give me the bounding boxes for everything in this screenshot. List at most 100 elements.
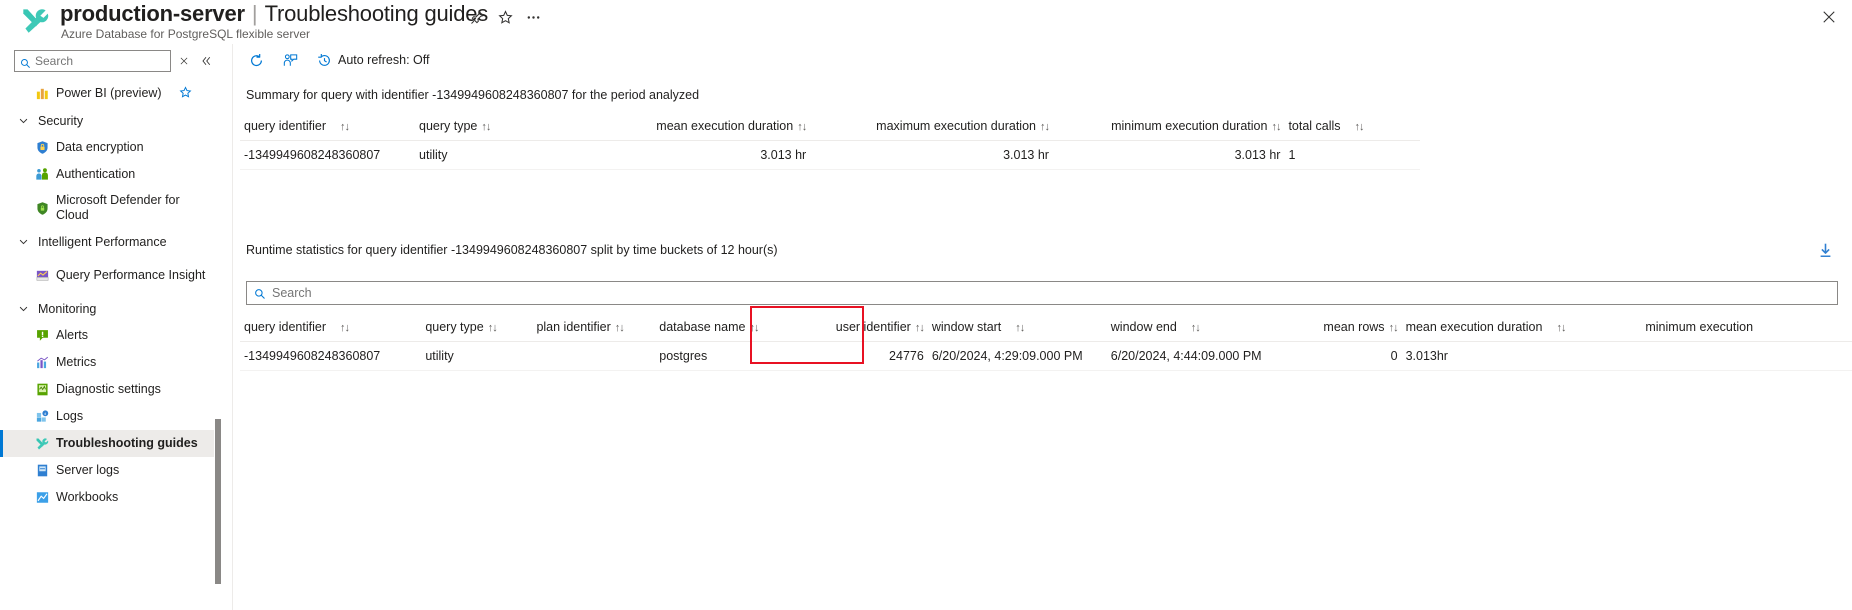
defender-shield-icon [34, 200, 50, 216]
refresh-button[interactable] [240, 46, 272, 74]
summary-table-header-row: query identifier ↑↓ query type ↑↓ mean exe… [240, 114, 1420, 141]
runtime-search-wrapper[interactable] [246, 281, 1838, 305]
close-icon[interactable] [1816, 4, 1842, 30]
runtime-col-mean-execution-duration[interactable]: mean execution duration ↑↓ [1401, 315, 1642, 342]
sidebar-item-logs[interactable]: ıl Logs [0, 403, 214, 430]
powerbi-icon [34, 86, 50, 102]
diagnostic-icon [34, 382, 50, 398]
sidebar-item-workbooks[interactable]: Workbooks [0, 484, 214, 511]
blade-titlebar: production-server | Troubleshooting guid… [0, 0, 1852, 42]
clear-search-icon[interactable] [175, 51, 193, 71]
sidebar-item-diagnostic-settings[interactable]: Diagnostic settings [0, 376, 214, 403]
cell-plan-identifier [532, 341, 656, 371]
runtime-statistics-table: query identifier ↑↓ query type ↑↓ plan ide… [240, 315, 1852, 371]
troubleshooting-guides-icon [18, 4, 52, 38]
runtime-col-window-end[interactable]: window end ↑↓ [1106, 315, 1306, 342]
sidebar-item-data-encryption[interactable]: Data encryption [0, 134, 214, 161]
cell-query-type: utility [421, 341, 533, 371]
metrics-icon [34, 355, 50, 371]
ellipsis-icon[interactable] [520, 4, 546, 30]
summary-col-query-type[interactable]: query type ↑↓ [415, 114, 528, 141]
sort-icon[interactable]: ↑↓ [797, 121, 807, 133]
runtime-statistics-section: Runtime statistics for query identifier … [240, 243, 1852, 371]
sort-icon[interactable]: ↑↓ [488, 322, 498, 334]
sidebar-item-metrics[interactable]: Metrics [0, 349, 214, 376]
table-row[interactable]: -1349949608248360807 utility 3.013 hr 3.… [240, 140, 1420, 170]
sidebar-item-alerts[interactable]: Alerts [0, 322, 214, 349]
sort-icon[interactable]: ↑↓ [1040, 121, 1050, 133]
search-icon [254, 287, 266, 299]
cell-query-identifier: -1349949608248360807 [240, 341, 422, 371]
runtime-col-database-name[interactable]: database name ↑↓ [655, 315, 802, 342]
summary-col-query-identifier[interactable]: query identifier ↑↓ [240, 114, 416, 141]
sidebar-item-authentication[interactable]: Authentication [0, 161, 214, 188]
sort-icon[interactable]: ↑↓ [1015, 322, 1025, 334]
sidebar-item-power-bi[interactable]: Power BI (preview) [0, 80, 214, 107]
sort-icon[interactable]: ↑↓ [915, 322, 925, 334]
blade-name: Troubleshooting guides [264, 1, 489, 26]
sort-icon[interactable]: ↑↓ [481, 121, 491, 133]
runtime-search-input[interactable] [272, 286, 1812, 300]
table-row[interactable]: -1349949608248360807 utility postgres 24… [240, 341, 1852, 371]
summary-col-minimum-execution-duration[interactable]: minimum execution duration ↑↓ [1052, 114, 1285, 141]
title-actions [464, 4, 546, 30]
cell-minimum-execution-duration: 3.013 hr [1052, 140, 1285, 170]
runtime-col-window-start[interactable]: window start ↑↓ [927, 315, 1107, 342]
sidebar-search-row [0, 48, 220, 74]
sort-icon[interactable]: ↑↓ [340, 121, 350, 133]
workbooks-icon [34, 490, 50, 506]
search-icon [20, 56, 31, 68]
refresh-icon [248, 52, 264, 68]
chevron-down-icon [18, 236, 30, 248]
search-input[interactable] [35, 54, 160, 68]
sort-icon[interactable]: ↑↓ [1389, 322, 1399, 334]
sidebar-item-label: Workbooks [56, 490, 119, 504]
collapse-sidebar-icon[interactable] [197, 51, 215, 71]
server-logs-icon [34, 463, 50, 479]
favorite-star-icon[interactable] [179, 86, 192, 99]
page-title: production-server | Troubleshooting guid… [60, 1, 488, 27]
sidebar-item-label: Power BI (preview) [56, 86, 162, 100]
auto-refresh-button[interactable]: Auto refresh: Off [308, 46, 437, 74]
summary-col-total-calls[interactable]: total calls ↑↓ [1284, 114, 1420, 141]
runtime-col-query-type[interactable]: query type ↑↓ [421, 315, 533, 342]
cell-maximum-execution-duration: 3.013 hr [810, 140, 1053, 170]
sidebar-item-server-logs[interactable]: Server logs [0, 457, 214, 484]
sidebar-scrollbar-thumb[interactable] [215, 419, 221, 584]
search-input-wrapper[interactable] [14, 50, 171, 72]
cell-user-identifier: 24776 [801, 341, 928, 371]
sidebar-group-monitoring[interactable]: Monitoring [0, 295, 214, 322]
cell-mean-execution-duration: 3.013hr [1401, 341, 1642, 371]
sidebar-item-microsoft-defender-for-cloud[interactable]: Microsoft Defender for Cloud [0, 188, 214, 228]
sort-icon[interactable]: ↑↓ [615, 322, 625, 334]
sort-icon[interactable]: ↑↓ [1355, 121, 1365, 133]
sidebar-item-troubleshooting-guides[interactable]: Troubleshooting guides [0, 430, 214, 457]
summary-col-maximum-execution-duration[interactable]: maximum execution duration ↑↓ [810, 114, 1053, 141]
wrench-screwdriver-icon [34, 436, 50, 452]
logs-icon: ıl [34, 409, 50, 425]
sidebar-nav-list: Power BI (preview) Security Data encrypt… [0, 80, 214, 610]
clock-history-icon [316, 52, 332, 68]
runtime-col-minimum-execution[interactable]: minimum execution [1641, 315, 1852, 342]
sort-icon[interactable]: ↑↓ [1191, 322, 1201, 334]
pin-icon[interactable] [464, 4, 490, 30]
sort-icon[interactable]: ↑↓ [340, 322, 350, 334]
cell-mean-execution-duration: 3.013 hr [527, 140, 811, 170]
summary-col-mean-execution-duration[interactable]: mean execution duration ↑↓ [527, 114, 811, 141]
feedback-button[interactable] [274, 46, 306, 74]
sidebar-item-query-performance-insight[interactable]: Query Performance Insight [0, 255, 214, 295]
star-icon[interactable] [492, 4, 518, 30]
sidebar-group-security[interactable]: Security [0, 107, 214, 134]
runtime-col-query-identifier[interactable]: query identifier ↑↓ [240, 315, 422, 342]
runtime-col-user-identifier[interactable]: user identifier ↑↓ [801, 315, 928, 342]
sort-icon[interactable]: ↑↓ [749, 322, 759, 334]
sort-icon[interactable]: ↑↓ [1556, 322, 1566, 334]
sidebar-group-intelligent-performance[interactable]: Intelligent Performance [0, 228, 214, 255]
summary-table: query identifier ↑↓ query type ↑↓ mean exe… [240, 114, 1420, 170]
runtime-col-mean-rows[interactable]: mean rows ↑↓ [1305, 315, 1402, 342]
sort-icon[interactable]: ↑↓ [1271, 121, 1281, 133]
azure-portal-blade: production-server | Troubleshooting guid… [0, 0, 1852, 610]
runtime-col-plan-identifier[interactable]: plan identifier ↑↓ [532, 315, 656, 342]
cell-minimum-execution [1641, 341, 1852, 371]
download-icon[interactable] [1812, 237, 1838, 263]
